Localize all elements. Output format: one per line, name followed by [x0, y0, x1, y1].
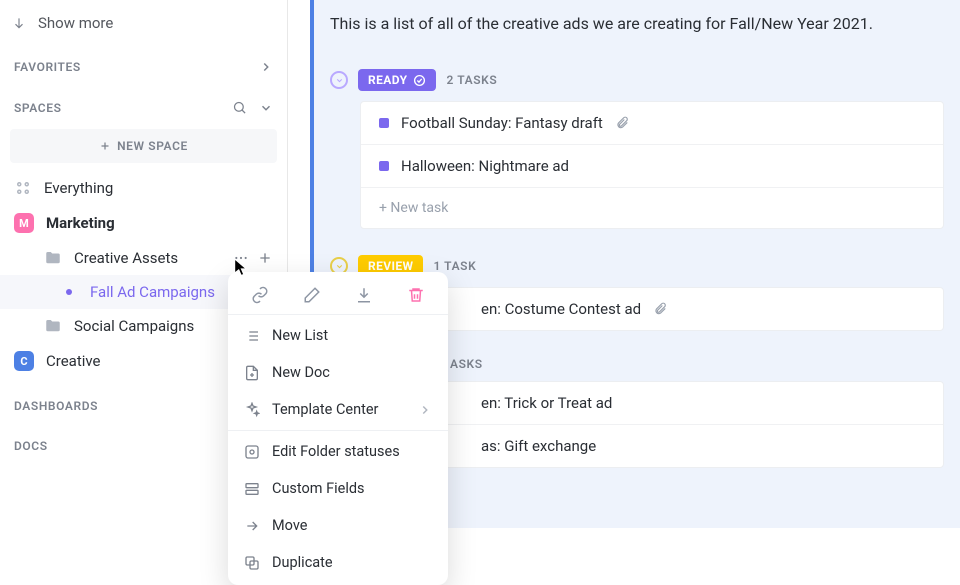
grid-icon [14, 179, 32, 197]
doc-icon [244, 365, 260, 381]
task-title-partial: en: Trick or Treat ad [481, 394, 612, 412]
task-list-ready: Football Sunday: Fantasy draft Halloween… [360, 101, 944, 229]
folder-creative-assets-label: Creative Assets [74, 249, 178, 267]
pencil-icon[interactable] [303, 286, 321, 304]
attachment-icon [615, 116, 629, 130]
spaces-label: SPACES [14, 101, 62, 115]
task-row[interactable]: Halloween: Nightmare ad [361, 145, 943, 188]
menu-item-label: Move [272, 517, 307, 534]
new-space-button[interactable]: NEW SPACE [10, 129, 277, 163]
menu-item-label: New Doc [272, 364, 330, 381]
menu-separator [228, 430, 448, 431]
doc-description: This is a list of all of the creative ad… [330, 8, 944, 69]
status-icon [244, 444, 260, 460]
status-ready-label: READY [368, 73, 407, 87]
show-more-row[interactable]: Show more [0, 6, 287, 40]
space-badge-creative: C [14, 351, 34, 371]
task-row[interactable]: en: Costume Contest ad [361, 288, 943, 330]
collapse-toggle[interactable] [330, 71, 348, 89]
menu-item-new-list[interactable]: New List [228, 317, 448, 354]
mouse-cursor [234, 258, 250, 278]
chevron-down-icon[interactable] [259, 101, 273, 115]
task-title: Football Sunday: Fantasy draft [401, 114, 603, 132]
menu-item-duplicate[interactable]: Duplicate [228, 544, 448, 581]
group-row-ready: READY 2 TASKS [330, 69, 944, 91]
task-title: Halloween: Nightmare ad [401, 157, 569, 175]
menu-item-move[interactable]: Move [228, 507, 448, 544]
favorites-label: FAVORITES [14, 60, 81, 74]
menu-item-template-center[interactable]: Template Center [228, 391, 448, 428]
space-creative-label: Creative [46, 352, 101, 370]
menu-item-label: New List [272, 327, 328, 344]
everything-label: Everything [44, 179, 113, 197]
list-dot-icon [66, 289, 72, 295]
tasks-count-partial: ASKS [450, 357, 483, 371]
menu-item-custom-fields[interactable]: Custom Fields [228, 470, 448, 507]
status-pill-ready[interactable]: READY [358, 69, 436, 91]
show-more-label: Show more [38, 14, 113, 32]
spaces-header: SPACES [0, 80, 287, 121]
menu-separator [228, 314, 448, 315]
menu-item-label: Custom Fields [272, 480, 365, 497]
list-icon [244, 328, 260, 344]
sidebar-space-marketing[interactable]: M Marketing [0, 205, 287, 241]
favorites-header[interactable]: FAVORITES [0, 40, 287, 80]
task-row[interactable]: en: Trick or Treat ad [361, 382, 943, 425]
menu-item-edit-statuses[interactable]: Edit Folder statuses [228, 433, 448, 470]
trash-icon[interactable] [407, 286, 425, 304]
tasks-count-review: 1 TASK [433, 259, 476, 273]
arrow-down-icon [12, 16, 26, 30]
folder-icon [44, 249, 62, 267]
plus-icon [99, 140, 111, 152]
sidebar-item-everything[interactable]: Everything [0, 171, 287, 205]
folder-context-menu: New List New Doc Template Center Edit Fo… [228, 272, 448, 585]
check-circle-icon [413, 74, 426, 87]
move-icon [244, 518, 260, 534]
download-icon[interactable] [355, 286, 373, 304]
tasks-count-ready: 2 TASKS [446, 73, 497, 87]
space-badge-marketing: M [14, 213, 34, 233]
plus-icon[interactable] [257, 250, 273, 266]
attachment-icon [653, 302, 667, 316]
list-fall-ad-campaigns-label: Fall Ad Campaigns [90, 283, 215, 301]
task-title-partial: en: Costume Contest ad [481, 300, 641, 318]
menu-item-label: Template Center [272, 401, 378, 418]
new-task-button[interactable]: + New task [361, 188, 943, 228]
space-marketing-label: Marketing [46, 214, 115, 232]
task-row[interactable]: as: Gift exchange [361, 425, 943, 467]
task-title-partial: as: Gift exchange [481, 437, 596, 455]
sparkle-icon [244, 402, 260, 418]
folder-icon [44, 317, 62, 335]
menu-item-label: Duplicate [272, 554, 333, 571]
menu-toolbar [228, 278, 448, 312]
folder-social-campaigns-label: Social Campaigns [74, 317, 194, 335]
menu-item-new-doc[interactable]: New Doc [228, 354, 448, 391]
duplicate-icon [244, 555, 260, 571]
chevron-right-icon [418, 403, 432, 417]
task-status-square[interactable] [379, 161, 389, 171]
task-status-square[interactable] [379, 118, 389, 128]
link-icon[interactable] [251, 286, 269, 304]
status-review-label: REVIEW [368, 259, 413, 273]
fields-icon [244, 481, 260, 497]
task-row[interactable]: Football Sunday: Fantasy draft [361, 102, 943, 145]
menu-item-label: Edit Folder statuses [272, 443, 400, 460]
new-space-label: NEW SPACE [117, 139, 188, 153]
chevron-right-icon [259, 60, 273, 74]
search-icon[interactable] [232, 100, 247, 115]
